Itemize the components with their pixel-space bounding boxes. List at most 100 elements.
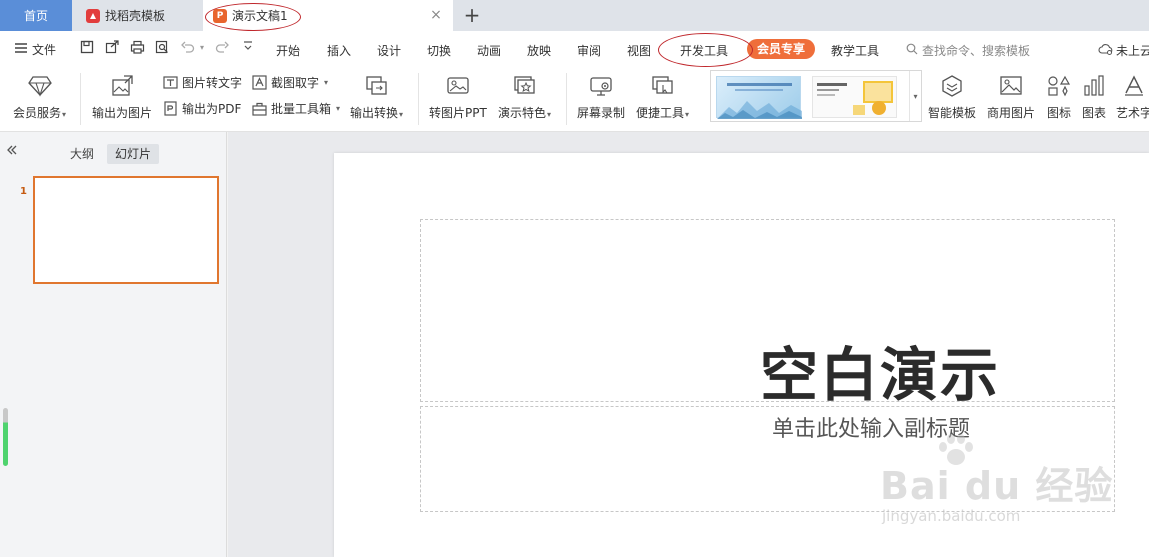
cloud-status-label: 未上云 xyxy=(1116,44,1149,58)
menu-transition[interactable]: 切换 xyxy=(427,42,451,59)
presentation-file-icon: P xyxy=(213,8,227,23)
image-text-icon xyxy=(162,75,178,91)
file-menu-label: 文件 xyxy=(32,43,57,57)
redo-icon[interactable] xyxy=(214,40,230,56)
ribbon-toolbar: 会员服务▾ 输出为图片 图片转文字 输出为PDF 截图取字▾ 批量工具箱▾ xyxy=(0,67,1149,132)
charts-label: 图表 xyxy=(1081,106,1106,120)
slide-thumbnail[interactable] xyxy=(33,176,219,284)
menu-slideshow[interactable]: 放映 xyxy=(527,42,551,59)
ribbon-divider xyxy=(418,73,419,125)
tab-outline[interactable]: 大纲 xyxy=(62,144,102,164)
charts-button[interactable]: 图表 xyxy=(1081,73,1107,121)
screen-record-button[interactable]: 屏幕录制 xyxy=(577,73,625,121)
export-pdf-button[interactable]: 输出为PDF xyxy=(162,100,241,117)
image-ppt-icon xyxy=(445,73,471,99)
icons-button[interactable]: 图标 xyxy=(1046,73,1072,121)
new-tab-button[interactable]: + xyxy=(460,3,484,27)
tab-template[interactable]: 找稻壳模板 xyxy=(76,0,201,31)
search-icon xyxy=(906,43,918,58)
convert-icon xyxy=(364,73,390,99)
menu-review[interactable]: 审阅 xyxy=(577,42,601,59)
menu-bar: 文件 ▾ 开始 插入 设计 切换 动画 放映 审阅 视图 开发工具 会员专享 教… xyxy=(0,31,1149,67)
text-box-icon xyxy=(251,75,267,91)
slide-title: 空白演示 xyxy=(759,341,1000,409)
export-image-button[interactable]: 输出为图片 xyxy=(92,73,152,121)
menu-vip-exclusive[interactable]: 会员专享 xyxy=(747,39,815,59)
gallery-expand-icon[interactable]: ▾ xyxy=(909,71,921,121)
quick-tools-button[interactable]: 便捷工具▾ xyxy=(636,73,689,121)
toolbox-icon xyxy=(251,101,267,117)
art-text-icon xyxy=(1121,73,1147,99)
cloud-icon xyxy=(1098,43,1113,58)
batch-toolbox-button[interactable]: 批量工具箱 ▾ xyxy=(251,100,340,117)
image-to-ppt-label: 转图片PPT xyxy=(429,106,487,120)
star-slide-icon xyxy=(512,73,538,99)
template-thumbnail[interactable] xyxy=(812,76,897,118)
print-icon[interactable] xyxy=(129,40,145,56)
tab-template-label: 找稻壳模板 xyxy=(105,9,166,23)
menu-design[interactable]: 设计 xyxy=(377,42,401,59)
menu-insert[interactable]: 插入 xyxy=(327,42,351,59)
collapse-panel-icon[interactable] xyxy=(6,144,18,160)
batch-toolbox-label: 批量工具箱 xyxy=(271,102,332,116)
export-convert-button[interactable]: 输出转换▾ xyxy=(350,73,403,121)
command-search[interactable]: 查找命令、搜索模板 xyxy=(906,42,1030,59)
image-to-text-button[interactable]: 图片转文字 xyxy=(162,74,242,91)
art-text-button[interactable]: 艺术字 xyxy=(1116,73,1149,121)
presentation-features-label: 演示特色 xyxy=(498,106,547,120)
menu-teaching-tools[interactable]: 教学工具 xyxy=(831,42,879,59)
hamburger-icon xyxy=(14,42,28,57)
commercial-images-label: 商用图片 xyxy=(987,106,1036,120)
slide-panel: 大纲 幻灯片 1 xyxy=(0,132,227,557)
undo-dropdown-icon[interactable]: ▾ xyxy=(198,40,206,56)
quick-tools-label: 便捷工具 xyxy=(636,106,685,120)
quick-tools-icon xyxy=(650,73,676,99)
image-to-ppt-button[interactable]: 转图片PPT xyxy=(429,73,487,121)
docer-logo-icon xyxy=(86,8,100,23)
tab-presentation[interactable]: P 演示文稿1 × xyxy=(203,0,453,31)
template-gallery: ▾ xyxy=(710,70,922,122)
undo-icon[interactable] xyxy=(180,40,196,56)
export-image-label: 输出为图片 xyxy=(92,106,153,120)
pdf-icon xyxy=(162,101,178,117)
close-icon[interactable]: × xyxy=(429,8,443,22)
export-convert-label: 输出转换 xyxy=(350,106,399,120)
diamond-icon xyxy=(27,73,53,99)
tab-slides[interactable]: 幻灯片 xyxy=(107,144,160,164)
smart-template-label: 智能模板 xyxy=(928,106,977,120)
save-icon[interactable] xyxy=(79,40,95,56)
file-menu[interactable]: 文件 xyxy=(14,41,56,58)
icons-label: 图标 xyxy=(1046,106,1071,120)
search-placeholder: 查找命令、搜索模板 xyxy=(922,44,1031,58)
menu-animation[interactable]: 动画 xyxy=(477,42,501,59)
ribbon-divider xyxy=(566,73,567,125)
screenshot-ocr-button[interactable]: 截图取字 ▾ xyxy=(251,74,328,91)
commercial-images-button[interactable]: 商用图片 xyxy=(987,73,1035,121)
picture-icon xyxy=(998,73,1024,99)
tab-bar: 首页 找稻壳模板 P 演示文稿1 × + xyxy=(0,0,1149,31)
smart-template-button[interactable]: 智能模板 xyxy=(928,73,976,121)
cloud-sync-status[interactable]: 未上云 xyxy=(1098,42,1149,59)
print-preview-icon[interactable] xyxy=(154,40,170,56)
menu-developer-tools[interactable]: 开发工具 xyxy=(680,42,728,59)
menu-view[interactable]: 视图 xyxy=(627,42,651,59)
vip-service-label: 会员服务 xyxy=(13,106,62,120)
presentation-features-button[interactable]: 演示特色▾ xyxy=(498,73,551,121)
export-icon[interactable] xyxy=(104,40,120,56)
panel-scrollbar[interactable] xyxy=(3,408,8,466)
art-text-label: 艺术字 xyxy=(1116,106,1149,120)
export-pdf-label: 输出为PDF xyxy=(182,102,242,116)
tab-presentation-label: 演示文稿1 xyxy=(232,9,288,23)
screen-record-icon xyxy=(588,73,614,99)
image-export-icon xyxy=(109,73,135,99)
shapes-icon xyxy=(1046,73,1072,99)
tab-home-label: 首页 xyxy=(23,9,48,23)
tab-home[interactable]: 首页 xyxy=(0,0,72,31)
screen-record-label: 屏幕录制 xyxy=(577,106,626,120)
template-thumbnail[interactable] xyxy=(716,76,802,119)
slide-subtitle: 单击此处输入副标题 xyxy=(771,417,970,442)
menu-start[interactable]: 开始 xyxy=(276,42,300,59)
screenshot-ocr-label: 截图取字 xyxy=(271,76,320,90)
customize-toolbar-icon[interactable] xyxy=(240,40,256,56)
vip-service-button[interactable]: 会员服务▾ xyxy=(13,73,66,121)
